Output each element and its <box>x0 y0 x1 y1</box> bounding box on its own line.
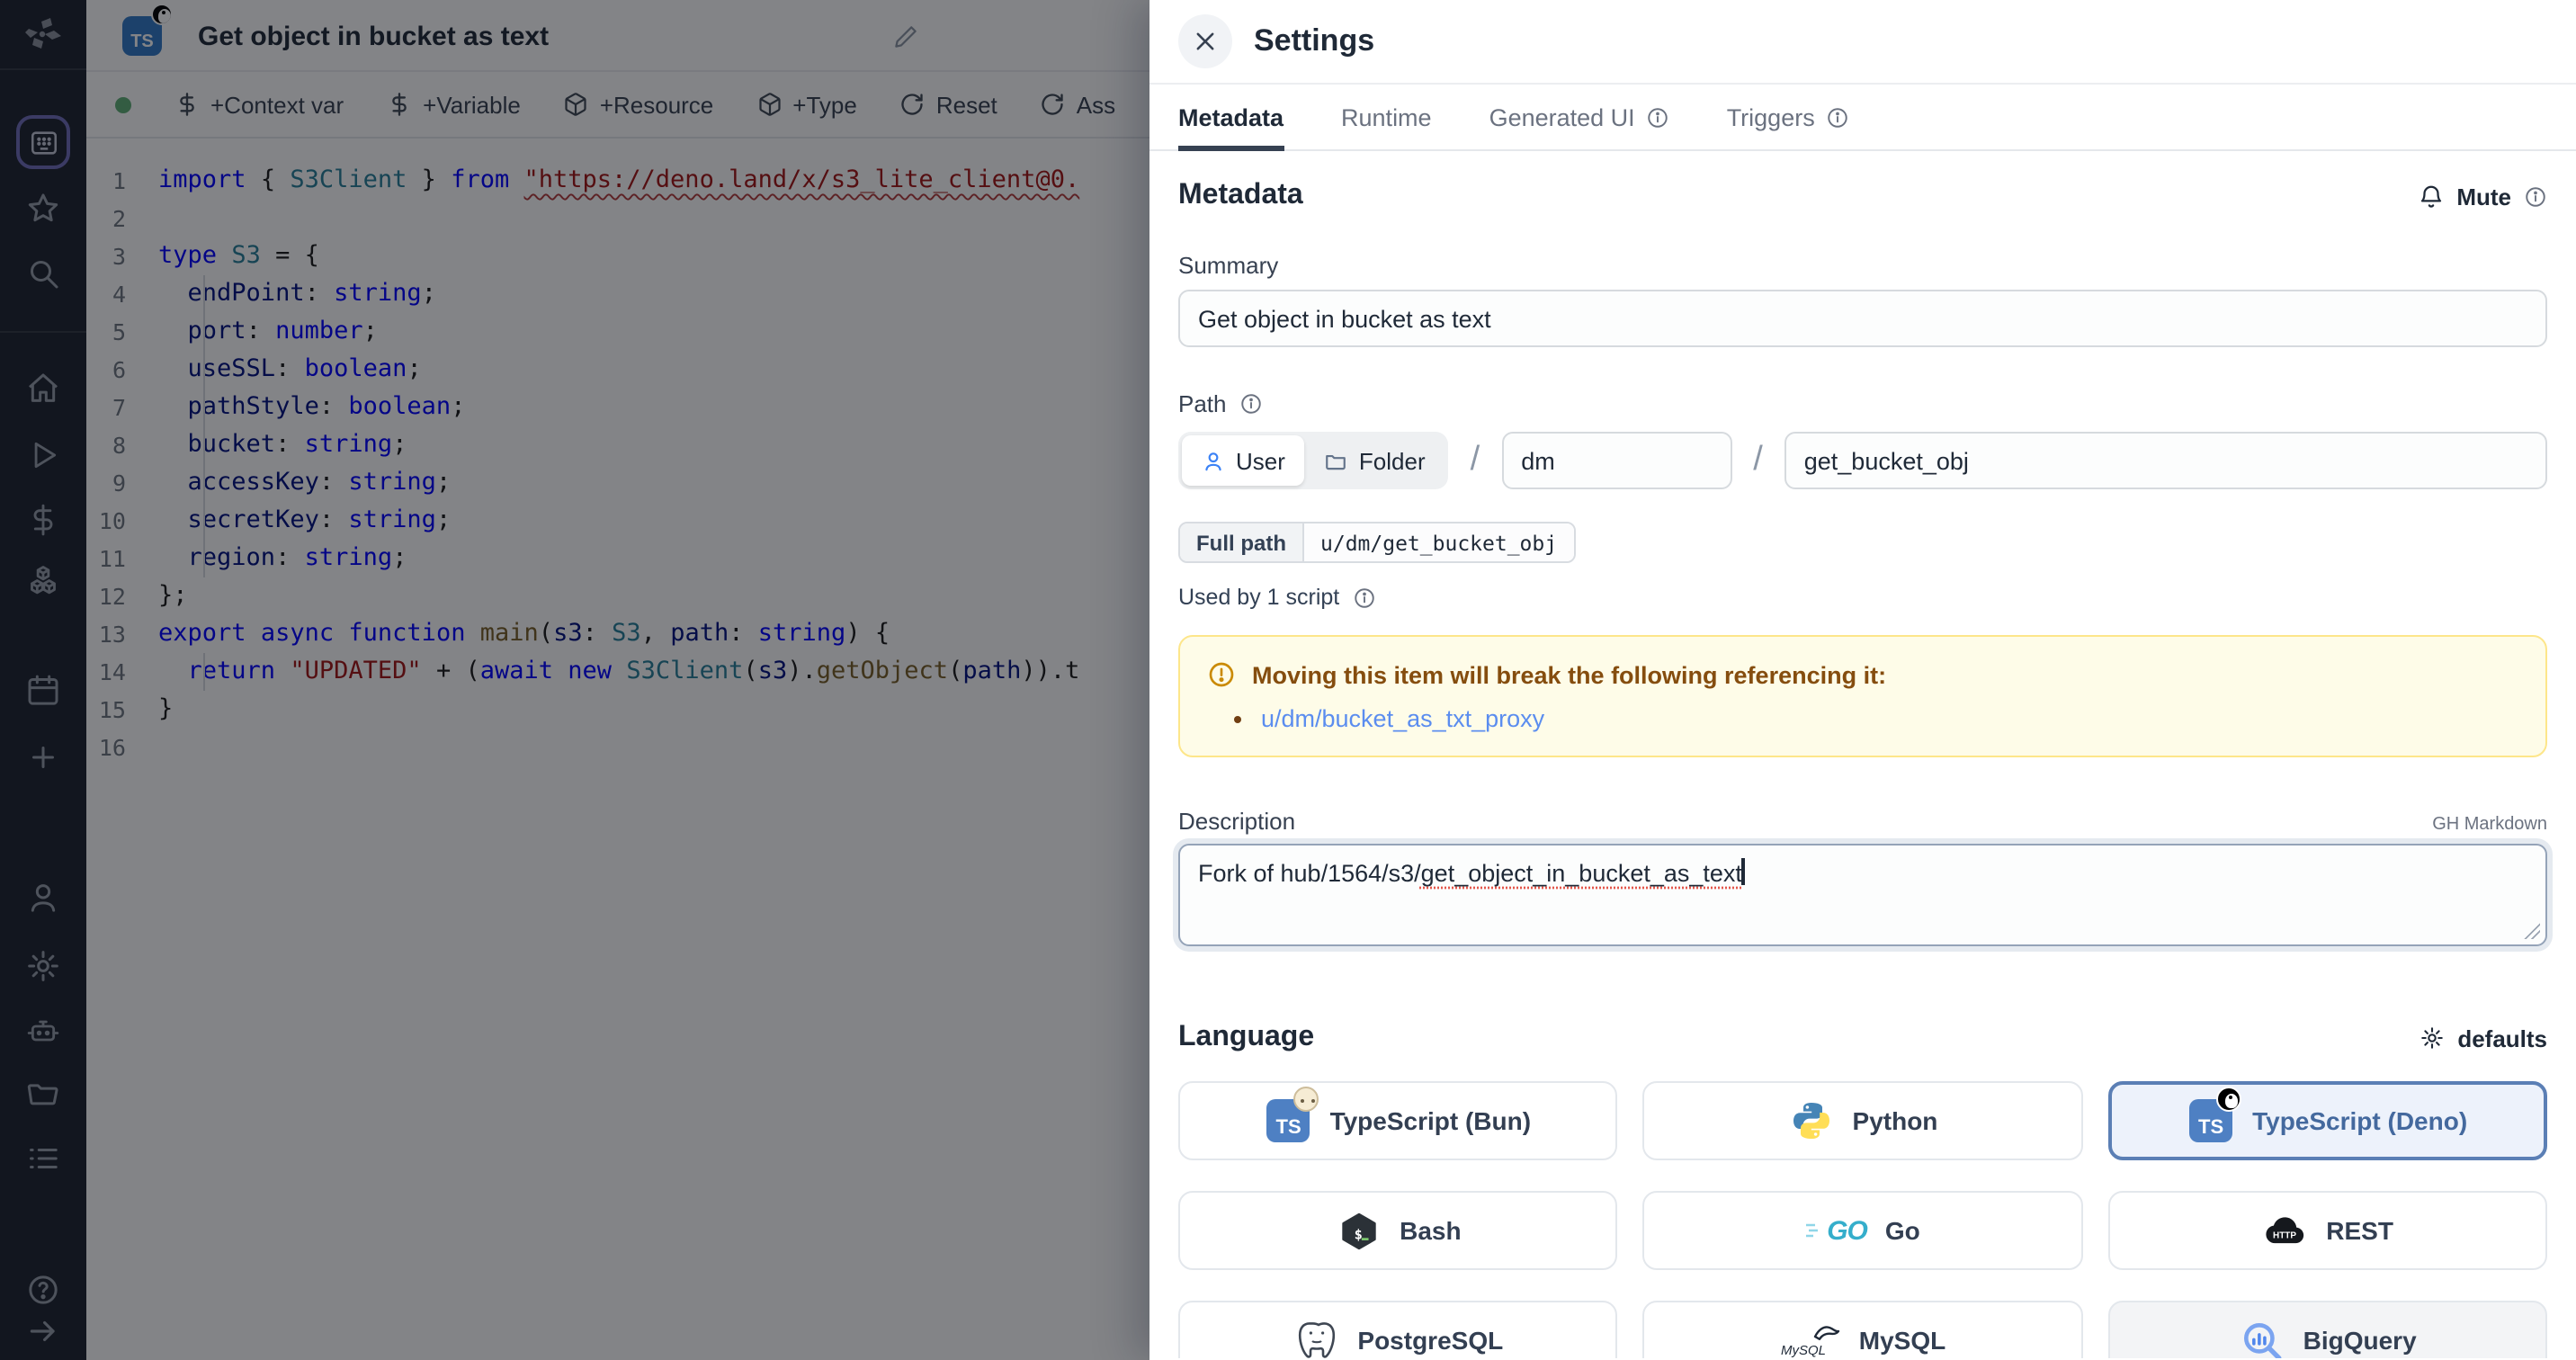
user-icon <box>1202 449 1225 472</box>
tab-triggers[interactable]: Triggers <box>1727 104 1849 151</box>
owner-kind-folder[interactable]: Folder <box>1305 435 1445 486</box>
go-icon: GO <box>1805 1215 1867 1246</box>
warning-title: Moving this item will break the followin… <box>1207 660 2518 689</box>
settings-tabs: Metadata Runtime Generated UI Triggers <box>1149 85 2576 151</box>
description-label: Description <box>1178 808 1295 835</box>
app-window: TS Get object in bucket as text +Context… <box>0 0 2576 1360</box>
tab-generated-ui[interactable]: Generated UI <box>1489 104 1669 151</box>
warning-reference-list: u/dm/bucket_as_txt_proxy <box>1261 705 2518 732</box>
folder-icon <box>1325 449 1348 472</box>
rest-http-icon: HTTP <box>2261 1207 2308 1254</box>
summary-label: Summary <box>1178 252 2547 279</box>
gear-icon <box>2419 1025 2445 1051</box>
alert-circle-icon <box>1207 660 1236 689</box>
svg-text:MySQL: MySQL <box>1782 1343 1827 1358</box>
resize-handle[interactable] <box>2524 923 2540 939</box>
language-grid: TS TypeScript (Bun) Python TS <box>1178 1081 2547 1358</box>
bash-icon: $ <box>1335 1207 1382 1254</box>
path-separator: / <box>1753 441 1763 480</box>
language-card-typescript-deno[interactable]: TS TypeScript (Deno) <box>2107 1081 2547 1160</box>
text-caret <box>1742 858 1745 885</box>
language-card-bash[interactable]: $ Bash <box>1178 1191 1618 1270</box>
full-path-label: Full path <box>1180 523 1304 561</box>
path-label: Path <box>1178 390 2547 417</box>
referencing-script-link[interactable]: u/dm/bucket_as_txt_proxy <box>1261 705 1544 732</box>
info-icon <box>2524 184 2547 208</box>
metadata-heading: Metadata <box>1178 180 1303 212</box>
owner-kind-user[interactable]: User <box>1182 435 1305 486</box>
path-name-input[interactable] <box>1784 432 2547 489</box>
language-card-bigquery[interactable]: BigQuery <box>2107 1301 2547 1358</box>
move-warning-box: Moving this item will break the followin… <box>1178 635 2547 757</box>
description-textarea[interactable]: Fork of hub/1564/s3/get_object_in_bucket… <box>1178 844 2547 946</box>
info-icon <box>1239 392 1263 416</box>
close-icon <box>1193 29 1218 54</box>
tab-metadata[interactable]: Metadata <box>1178 104 1284 151</box>
drawer-title: Settings <box>1254 23 1374 59</box>
settings-drawer: Settings Metadata Runtime Generated UI T… <box>1149 0 2576 1360</box>
close-drawer-button[interactable] <box>1178 14 1232 68</box>
bigquery-icon <box>2239 1317 2285 1358</box>
info-icon <box>1646 106 1669 130</box>
full-path-value: u/dm/get_bucket_obj <box>1304 523 1573 561</box>
python-icon <box>1788 1097 1835 1144</box>
typescript-deno-icon: TS <box>2187 1097 2234 1144</box>
language-card-typescript-bun[interactable]: TS TypeScript (Bun) <box>1178 1081 1618 1160</box>
language-card-go[interactable]: GO Go <box>1643 1191 2083 1270</box>
summary-input[interactable] <box>1178 290 2547 347</box>
language-heading: Language <box>1178 1022 1314 1054</box>
full-path-badge: Full path u/dm/get_bucket_obj <box>1178 522 1575 563</box>
path-separator: / <box>1471 441 1480 480</box>
drawer-backdrop[interactable] <box>0 0 1149 1360</box>
typescript-bun-icon: TS <box>1266 1097 1312 1144</box>
used-by-text: Used by 1 script <box>1178 585 2547 610</box>
language-card-rest[interactable]: HTTP REST <box>2107 1191 2547 1270</box>
owner-kind-toggle: User Folder <box>1178 432 1449 489</box>
svg-text:$: $ <box>1354 1226 1362 1242</box>
language-defaults-button[interactable]: defaults <box>2419 1024 2547 1051</box>
mysql-icon: MySQL <box>1780 1317 1841 1358</box>
tab-runtime[interactable]: Runtime <box>1341 104 1432 151</box>
markdown-hint: GH Markdown <box>2432 815 2547 835</box>
bell-icon <box>2417 183 2444 210</box>
language-card-python[interactable]: Python <box>1643 1081 2083 1160</box>
language-card-postgresql[interactable]: PostgreSQL <box>1178 1301 1618 1358</box>
path-row: User Folder / / <box>1178 432 2547 489</box>
mute-button[interactable]: Mute <box>2417 183 2547 210</box>
path-owner-input[interactable] <box>1501 432 1731 489</box>
drawer-header: Settings <box>1149 0 2576 85</box>
settings-body: Metadata Mute Summary Path User <box>1149 151 2576 1358</box>
svg-text:HTTP: HTTP <box>2273 1231 2296 1241</box>
info-icon <box>1826 106 1849 130</box>
list-item: u/dm/bucket_as_txt_proxy <box>1261 705 2518 732</box>
postgresql-icon <box>1292 1317 1339 1358</box>
language-card-mysql[interactable]: MySQL MySQL <box>1643 1301 2083 1358</box>
info-icon <box>1352 586 1375 609</box>
